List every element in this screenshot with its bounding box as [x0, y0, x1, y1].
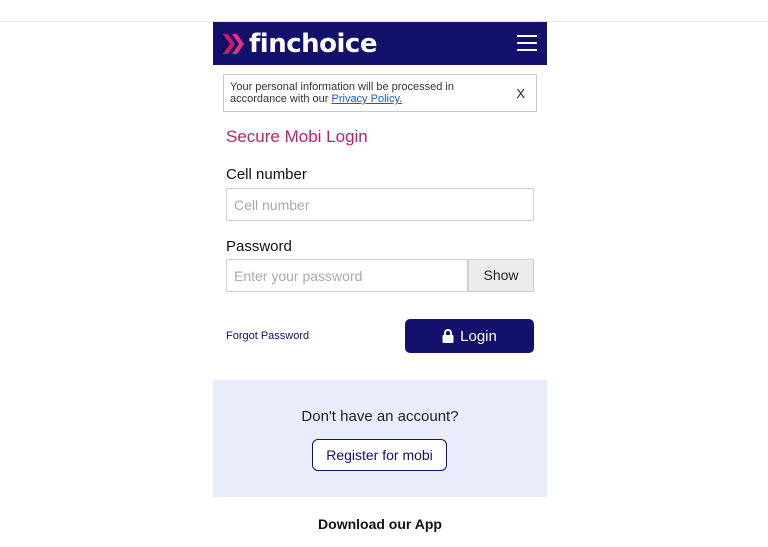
download-app-heading: Download our App: [318, 516, 442, 532]
close-notice-button[interactable]: X: [516, 86, 525, 101]
login-button-label: Login: [460, 327, 497, 345]
privacy-policy-link[interactable]: Privacy Policy.: [332, 93, 403, 105]
privacy-notice: Your personal information will be proces…: [223, 74, 537, 112]
double-chevron-logo-icon: [223, 34, 244, 54]
site-header: finchoice: [213, 22, 547, 65]
password-input[interactable]: [226, 259, 468, 292]
page-title: Secure Mobi Login: [226, 127, 368, 146]
show-password-button[interactable]: Show: [468, 259, 534, 292]
forgot-password-link[interactable]: Forgot Password: [226, 330, 309, 342]
logo-text: finchoice: [249, 29, 377, 59]
login-button[interactable]: Login: [405, 319, 534, 353]
lock-icon: [442, 329, 454, 343]
hamburger-menu-icon[interactable]: [517, 35, 537, 52]
finchoice-logo[interactable]: finchoice: [223, 29, 377, 59]
cell-number-label: Cell number: [226, 166, 307, 183]
cell-number-input[interactable]: [226, 188, 534, 221]
register-button[interactable]: Register for mobi: [312, 439, 447, 471]
register-panel: Don't have an account? Register for mobi: [213, 380, 547, 497]
password-label: Password: [226, 238, 292, 255]
no-account-text: Don't have an account?: [301, 408, 459, 425]
